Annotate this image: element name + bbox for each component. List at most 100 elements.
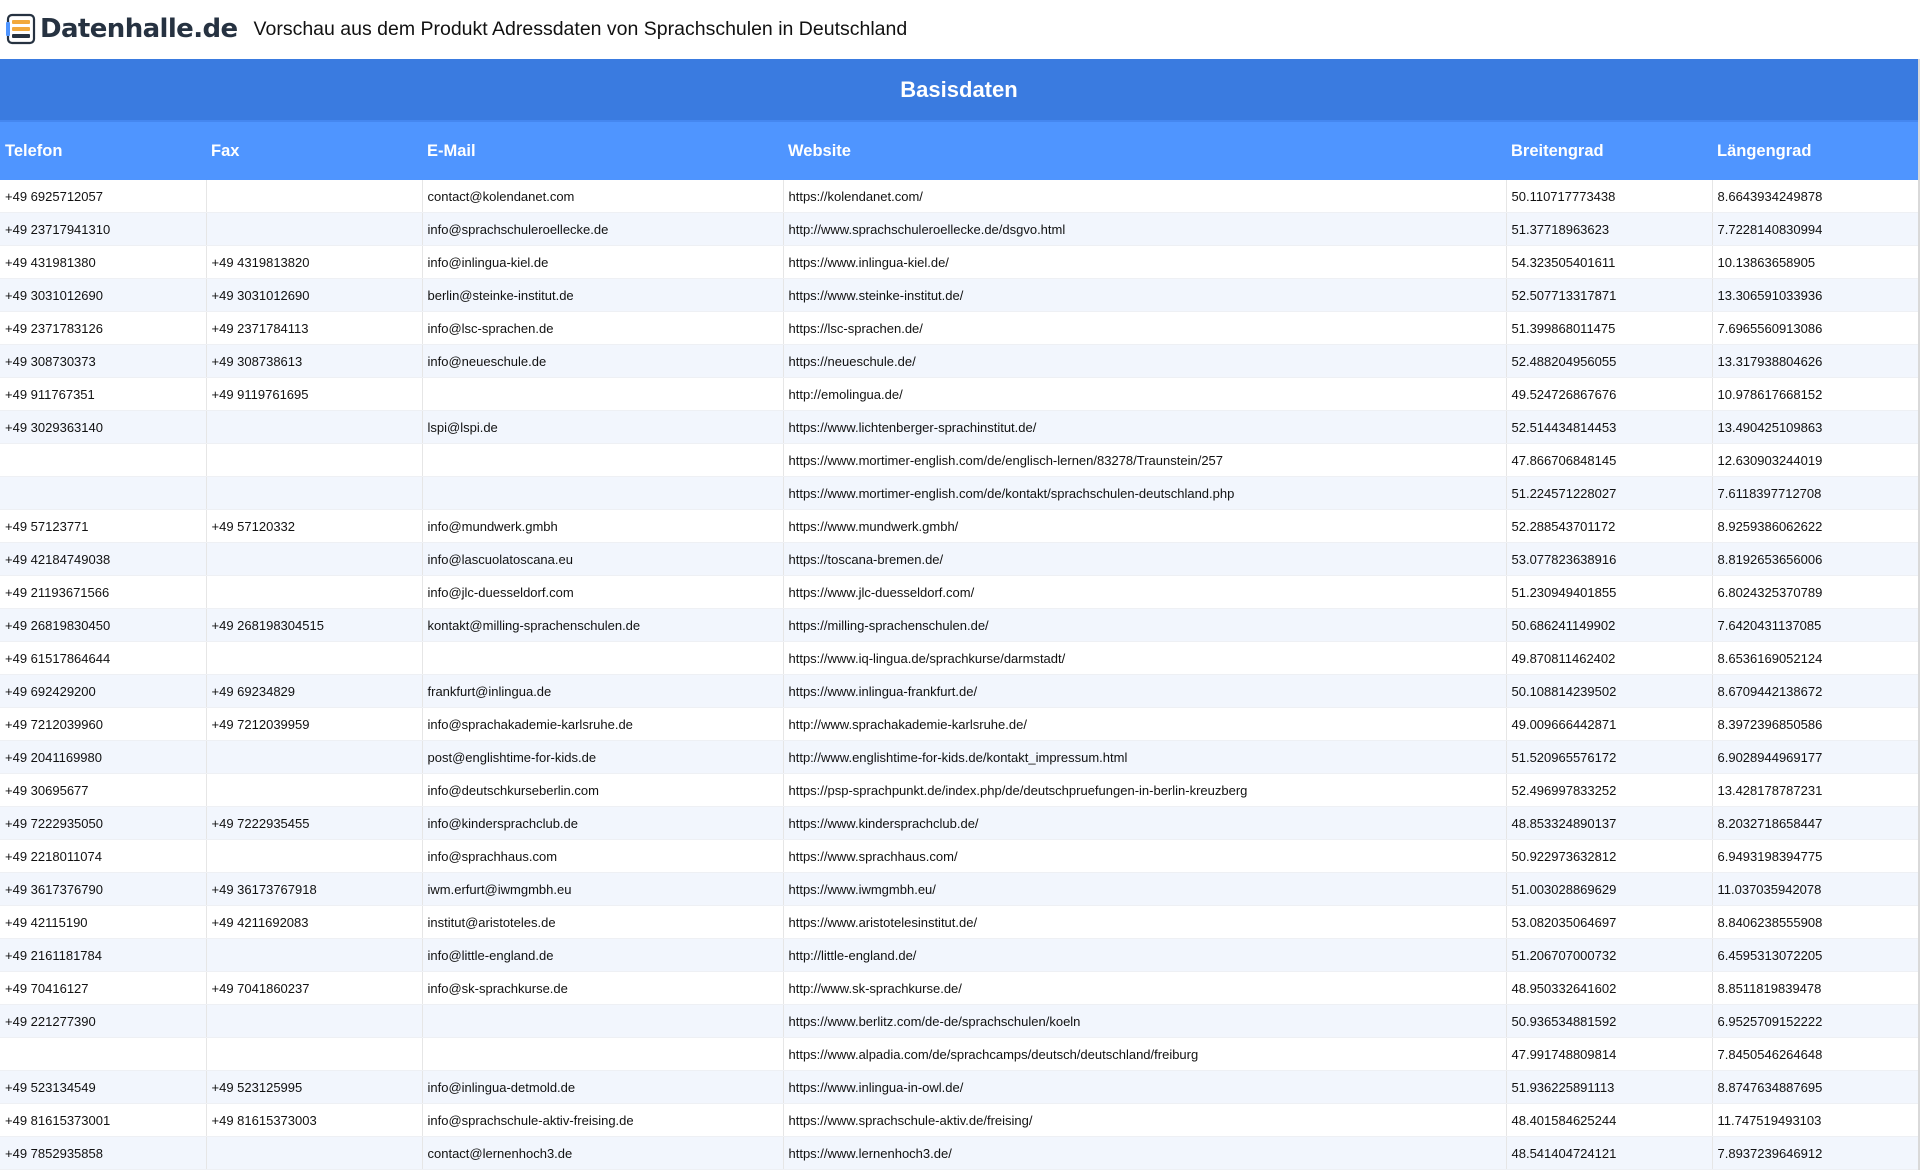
table-row: +49 692429200 +49 69234829 frankfurt@inlin… [0,674,1918,708]
table-header-row: Telefon Fax E-Mail Website Breitengrad Längen… [0,120,1918,180]
table-row: +49 42184749038 info@lascuolatoscana.eu ht… [0,542,1918,576]
cell-breitengrad: 47.991748809814 [1506,1037,1713,1071]
cell-website: https://www.kindersprachclub.de/ [783,806,1507,840]
column-header-laengengrad[interactable]: Längengrad [1712,120,1918,180]
cell-email [422,377,784,411]
cell-fax: +49 57120332 [206,509,423,543]
column-header-email[interactable]: E-Mail [422,120,783,180]
cell-email: iwm.erfurt@iwmgmbh.eu [422,872,784,906]
column-header-breitengrad[interactable]: Breitengrad [1506,120,1712,180]
column-header-fax[interactable]: Fax [206,120,422,180]
cell-fax [206,575,423,609]
cell-breitengrad: 52.288543701172 [1506,509,1713,543]
cell-telefon: +49 911767351 [0,377,207,411]
cell-breitengrad: 50.686241149902 [1506,608,1713,642]
cell-telefon: +49 2041169980 [0,740,207,774]
cell-breitengrad: 53.082035064697 [1506,905,1713,939]
cell-email [422,1037,784,1071]
cell-telefon: +49 70416127 [0,971,207,1005]
cell-website: https://www.sprachschule-aktiv.de/freisi… [783,1103,1507,1137]
cell-breitengrad: 48.950332641602 [1506,971,1713,1005]
cell-website: https://www.lernenhoch3.de/ [783,1136,1507,1170]
cell-laengengrad: 6.9525709152222 [1712,1004,1918,1038]
cell-email [422,641,784,675]
table-row: +49 2041169980 post@englishtime-for-kids.… [0,740,1918,774]
cell-email: info@mundwerk.gmbh [422,509,784,543]
table-row: +49 7222935050 +49 7222935455 info@kinders… [0,806,1918,840]
cell-fax: +49 4319813820 [206,245,423,279]
cell-breitengrad: 49.524726867676 [1506,377,1713,411]
cell-website: http://emolingua.de/ [783,377,1507,411]
cell-telefon: +49 7222935050 [0,806,207,840]
cell-telefon: +49 7852935858 [0,1136,207,1170]
table-row: +49 523134549 +49 523125995 info@inlingua-… [0,1070,1918,1104]
cell-telefon: +49 42184749038 [0,542,207,576]
cell-email: berlin@steinke-institut.de [422,278,784,312]
cell-breitengrad: 49.870811462402 [1506,641,1713,675]
cell-telefon: +49 7212039960 [0,707,207,741]
cell-website: https://www.jlc-duesseldorf.com/ [783,575,1507,609]
table-row: +49 431981380 +49 4319813820 info@inlingua… [0,245,1918,279]
column-header-telefon[interactable]: Telefon [0,120,206,180]
cell-fax [206,212,423,246]
cell-telefon: +49 3031012690 [0,278,207,312]
column-header-website[interactable]: Website [783,120,1506,180]
cell-email: info@lascuolatoscana.eu [422,542,784,576]
cell-email: info@inlingua-detmold.de [422,1070,784,1104]
cell-breitengrad: 51.003028869629 [1506,872,1713,906]
cell-telefon: +49 692429200 [0,674,207,708]
cell-email [422,443,784,477]
cell-fax: +49 308738613 [206,344,423,378]
cell-email: info@little-england.de [422,938,784,972]
cell-email: info@sprachhaus.com [422,839,784,873]
table-row: +49 42115190 +49 4211692083 institut@arist… [0,905,1918,939]
cell-breitengrad: 51.520965576172 [1506,740,1713,774]
cell-email: lspi@lspi.de [422,410,784,444]
cell-laengengrad: 8.6643934249878 [1712,180,1918,213]
cell-website: http://www.sprachschuleroellecke.de/dsgv… [783,212,1507,246]
cell-telefon [0,443,207,477]
cell-website: https://www.inlingua-kiel.de/ [783,245,1507,279]
cell-email: kontakt@milling-sprachenschulen.de [422,608,784,642]
cell-laengengrad: 7.8450546264648 [1712,1037,1918,1071]
cell-fax [206,542,423,576]
cell-fax [206,938,423,972]
table-row: +49 57123771 +49 57120332 info@mundwerk.gm… [0,509,1918,543]
cell-fax [206,1037,423,1071]
cell-fax: +49 7041860237 [206,971,423,1005]
table-row: +49 81615373001 +49 81615373003 info@sprac… [0,1103,1918,1137]
cell-breitengrad: 47.866706848145 [1506,443,1713,477]
table-row: +49 3029363140 lspi@lspi.de https://www.li… [0,410,1918,444]
cell-breitengrad: 51.230949401855 [1506,575,1713,609]
cell-laengengrad: 8.8406238555908 [1712,905,1918,939]
cell-laengengrad: 6.8024325370789 [1712,575,1918,609]
cell-laengengrad: 10.13863658905 [1712,245,1918,279]
cell-telefon [0,476,207,510]
cell-website: https://kolendanet.com/ [783,180,1507,213]
cell-email: info@sprachschule-aktiv-freising.de [422,1103,784,1137]
table-scroll-area[interactable]: Basisdaten Telefon Fax E-Mail Website Breite… [0,59,1920,1170]
cell-breitengrad: 50.922973632812 [1506,839,1713,873]
cell-telefon: +49 2218011074 [0,839,207,873]
cell-breitengrad: 50.936534881592 [1506,1004,1713,1038]
cell-telefon [0,1037,207,1071]
cell-website: https://www.iq-lingua.de/sprachkurse/dar… [783,641,1507,675]
table-row: +49 3617376790 +49 36173767918 iwm.erfurt@… [0,872,1918,906]
cell-website: https://www.steinke-institut.de/ [783,278,1507,312]
cell-fax: +49 7212039959 [206,707,423,741]
cell-email: contact@lernenhoch3.de [422,1136,784,1170]
table-row: +49 61517864644 https://www.iq-lingua.de/… [0,641,1918,675]
table-row: +49 21193671566 info@jlc-duesseldorf.com h… [0,575,1918,609]
cell-laengengrad: 8.8192653656006 [1712,542,1918,576]
cell-telefon: +49 2371783126 [0,311,207,345]
cell-website: https://www.inlingua-frankfurt.de/ [783,674,1507,708]
cell-fax [206,443,423,477]
cell-fax [206,1004,423,1038]
table-row: https://www.alpadia.com/de/sprachcamps/d… [0,1037,1918,1071]
site-logo[interactable]: Datenhalle.de [6,13,238,45]
cell-email: info@sprachschuleroellecke.de [422,212,784,246]
cell-fax [206,773,423,807]
cell-telefon: +49 3617376790 [0,872,207,906]
cell-breitengrad: 52.488204956055 [1506,344,1713,378]
cell-laengengrad: 13.306591033936 [1712,278,1918,312]
